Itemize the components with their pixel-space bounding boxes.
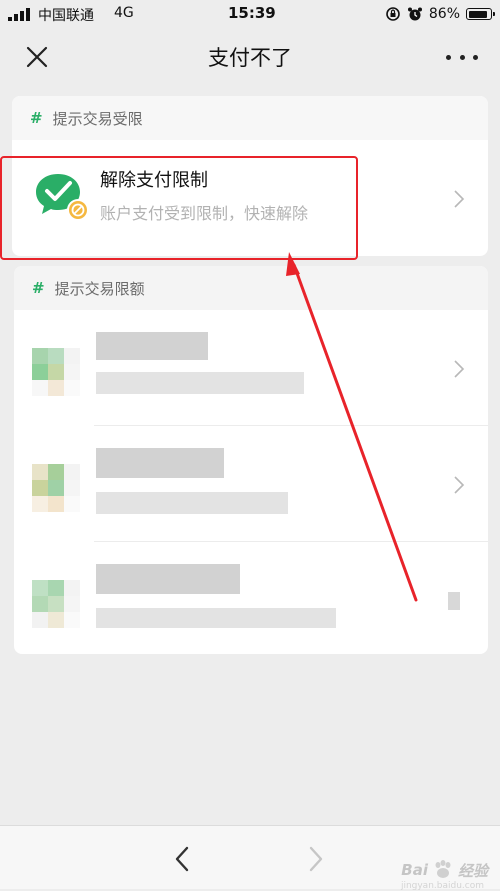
battery-percentage: 86% xyxy=(428,6,460,22)
blurred-list-item[interactable] xyxy=(32,541,488,657)
baidu-paw-icon xyxy=(435,860,451,878)
section-header-label: 提示交易限额 xyxy=(54,279,145,298)
limit-section: # 提示交易限额 xyxy=(14,266,488,654)
blurred-title xyxy=(96,332,208,360)
chevron-right-icon xyxy=(454,190,465,208)
hash-marker: # xyxy=(32,279,45,297)
chevron-right-icon xyxy=(454,476,465,494)
section-header-label: 提示交易受限 xyxy=(52,109,143,128)
highlight-box xyxy=(0,156,358,260)
blurred-title xyxy=(96,564,240,594)
blurred-list-item[interactable] xyxy=(32,425,488,541)
blurred-title xyxy=(96,448,224,478)
blurred-subtitle xyxy=(96,372,304,394)
more-dot-icon xyxy=(473,54,478,60)
forward-arrow-icon[interactable] xyxy=(306,844,326,874)
battery-icon xyxy=(466,8,495,20)
blurred-icon xyxy=(32,464,80,512)
blurred-icon xyxy=(32,348,80,396)
blurred-subtitle xyxy=(96,608,336,628)
network-type: 4G xyxy=(114,5,134,21)
carrier-label: 中国联通 xyxy=(38,8,94,24)
blurred-icon xyxy=(32,580,80,628)
more-dot-icon xyxy=(446,54,451,60)
chevron-right-icon xyxy=(454,360,465,378)
watermark-text-2: 经验 xyxy=(457,861,488,880)
section-header-limit: # 提示交易限额 xyxy=(14,266,488,310)
alarm-icon xyxy=(407,7,422,21)
baidu-watermark: Bai 经验 xyxy=(401,859,488,881)
rotation-lock-icon xyxy=(386,7,400,21)
more-options-button[interactable] xyxy=(446,44,478,70)
blurred-chevron xyxy=(448,592,460,610)
hash-marker: # xyxy=(30,109,43,127)
status-bar: 中国联通 4G 15:39 86% xyxy=(0,0,500,30)
more-dot-icon xyxy=(459,54,465,60)
page-title: 支付不了 xyxy=(208,46,292,70)
clock: 15:39 xyxy=(228,4,276,22)
back-arrow-icon[interactable] xyxy=(172,844,192,874)
section-header-restriction: # 提示交易受限 xyxy=(12,96,488,140)
bottom-toolbar: Bai 经验 jingyan.baidu.com xyxy=(0,825,500,891)
blurred-list-item[interactable] xyxy=(14,310,488,425)
watermark-domain: jingyan.baidu.com xyxy=(400,881,484,891)
nav-bar: 支付不了 xyxy=(0,30,500,82)
watermark-text: Bai xyxy=(401,861,428,879)
signal-strength-icon xyxy=(8,8,30,21)
blurred-subtitle xyxy=(96,492,288,514)
